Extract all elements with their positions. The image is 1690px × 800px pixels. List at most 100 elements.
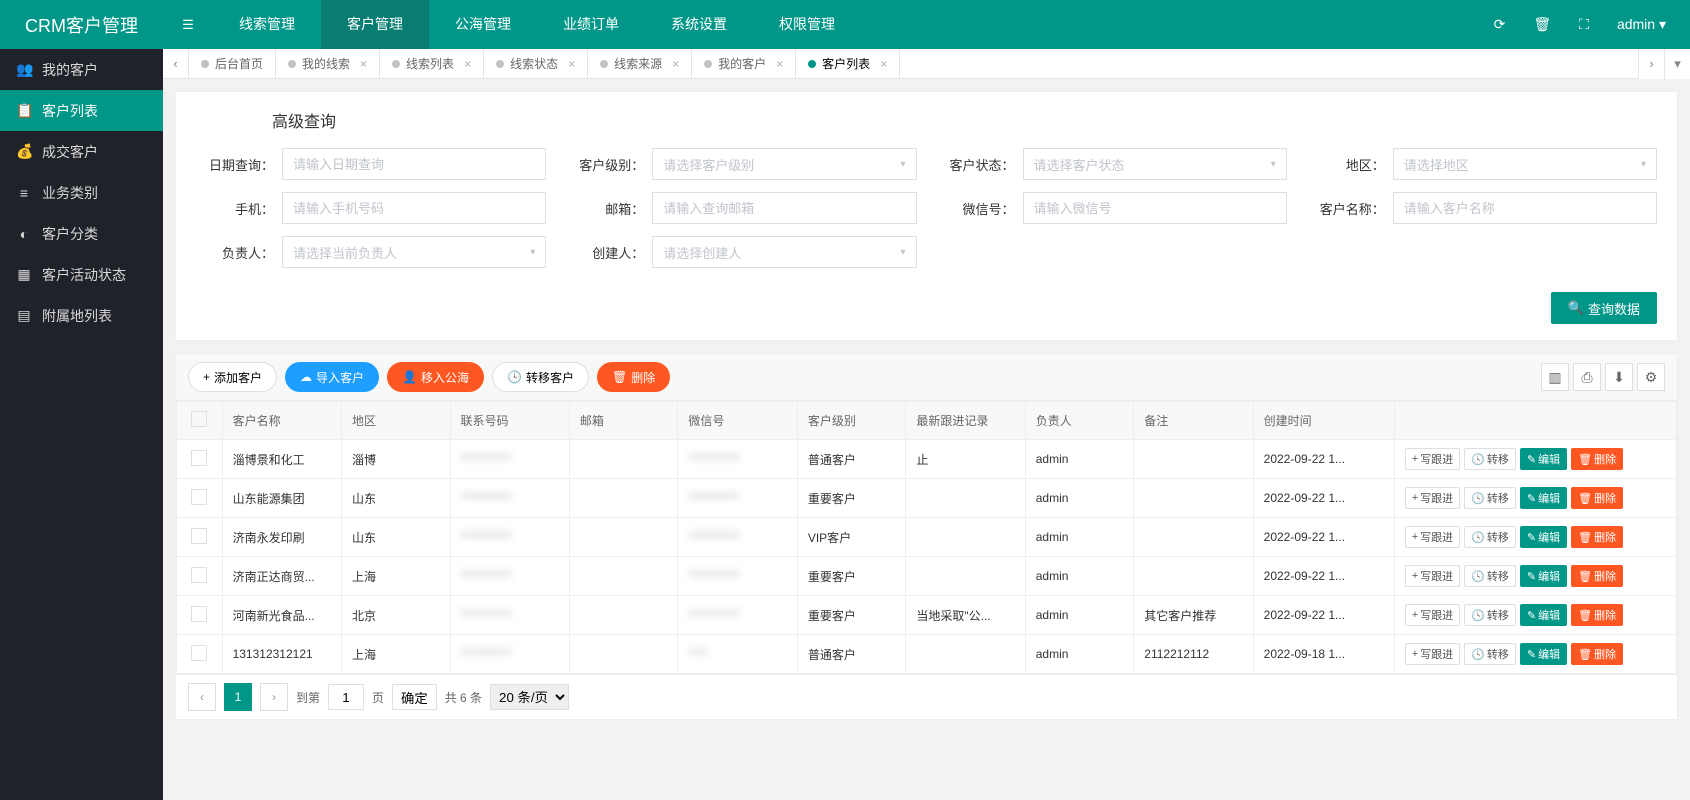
top-nav-item[interactable]: 权限管理 [753,0,861,49]
edit-button[interactable]: ✎ 编辑 [1520,604,1567,626]
cell: admin [1025,518,1134,557]
search-button[interactable]: 🔍查询数据 [1551,292,1657,324]
row-checkbox[interactable] [191,606,207,622]
delete-button[interactable]: 🗑 删除 [1571,448,1623,470]
transfer-button[interactable]: 🕓 转移 [1464,643,1516,665]
write-follow-button[interactable]: + 写跟进 [1405,448,1460,470]
delete-button[interactable]: 🗑 删除 [1571,487,1623,509]
transfer-customer-button[interactable]: 🕓转移客户 [492,362,589,392]
edit-button[interactable]: ✎ 编辑 [1520,448,1567,470]
status-select[interactable]: 请选择客户状态▾ [1023,148,1287,180]
transfer-button[interactable]: 🕓 转移 [1464,565,1516,587]
write-follow-button[interactable]: + 写跟进 [1405,643,1460,665]
page-prev-button[interactable]: ‹ [188,683,216,711]
top-nav-item[interactable]: 公海管理 [429,0,537,49]
goto-page-input[interactable] [328,684,364,710]
delete-button[interactable]: 🗑 删除 [1571,526,1623,548]
row-checkbox[interactable] [191,645,207,661]
level-select[interactable]: 请选择客户级别▾ [652,148,916,180]
write-follow-button[interactable]: + 写跟进 [1405,526,1460,548]
transfer-button[interactable]: 🕓 转移 [1464,448,1516,470]
region-select[interactable]: 请选择地区▾ [1393,148,1657,180]
creator-select[interactable]: 请选择创建人▾ [652,236,916,268]
top-nav-item[interactable]: 线索管理 [213,0,321,49]
wechat-input[interactable] [1023,192,1287,224]
write-follow-button[interactable]: + 写跟进 [1405,487,1460,509]
delete-button[interactable]: 🗑 删除 [1571,604,1623,626]
user-menu[interactable]: admin ▾ [1617,16,1666,33]
export-icon[interactable]: ⬇ [1605,363,1633,391]
email-input[interactable] [652,192,916,224]
tabs-menu-icon[interactable]: ▾ [1664,49,1690,79]
row-checkbox[interactable] [191,567,207,583]
customer-name-input[interactable] [1393,192,1657,224]
cell [906,557,1025,596]
transfer-button[interactable]: 🕓 转移 [1464,604,1516,626]
date-input[interactable] [282,148,546,180]
close-icon[interactable]: × [672,57,679,71]
add-customer-button[interactable]: +添加客户 [188,362,277,392]
tab-item[interactable]: 线索列表× [380,49,484,79]
trash-icon: 🗑 [612,370,627,384]
edit-button[interactable]: ✎ 编辑 [1520,526,1567,548]
write-follow-button[interactable]: + 写跟进 [1405,565,1460,587]
refresh-icon[interactable]: ⟳ [1494,16,1506,33]
delete-button[interactable]: 🗑 删除 [1571,565,1623,587]
top-nav-item[interactable]: 系统设置 [645,0,753,49]
settings-icon[interactable]: ⚙ [1637,363,1665,391]
sidebar-item[interactable]: ▦客户活动状态 [0,254,163,295]
write-follow-button[interactable]: + 写跟进 [1405,604,1460,626]
fullscreen-icon[interactable]: ⛶ [1579,16,1589,33]
import-customer-button[interactable]: ☁导入客户 [285,362,379,392]
select-all-checkbox[interactable] [191,411,207,427]
edit-button[interactable]: ✎ 编辑 [1520,565,1567,587]
row-checkbox[interactable] [191,489,207,505]
phone-input[interactable] [282,192,546,224]
close-icon[interactable]: × [360,57,367,71]
tab-item[interactable]: 线索来源× [588,49,692,79]
columns-icon[interactable]: ▥ [1541,363,1569,391]
close-icon[interactable]: × [880,57,887,71]
sidebar-item[interactable]: 👥我的客户 [0,49,163,90]
delete-button[interactable]: 🗑 删除 [1571,643,1623,665]
goto-confirm-button[interactable]: 确定 [392,684,437,710]
sidebar-item[interactable]: ▤附属地列表 [0,295,163,336]
close-icon[interactable]: × [568,57,575,71]
tabs-scroll-left-icon[interactable]: ‹ [163,49,189,79]
trash-icon[interactable]: 🗑 [1533,16,1551,33]
top-nav-item[interactable]: 业绩订单 [537,0,645,49]
sidebar-item[interactable]: 💰成交客户 [0,131,163,172]
edit-button[interactable]: ✎ 编辑 [1520,487,1567,509]
row-checkbox[interactable] [191,528,207,544]
row-checkbox[interactable] [191,450,207,466]
transfer-button[interactable]: 🕓 转移 [1464,487,1516,509]
column-header: 联系号码 [450,402,569,440]
cell: 当地采取"公... [906,596,1025,635]
page-next-button[interactable]: › [260,683,288,711]
sidebar-item[interactable]: 📋客户列表 [0,90,163,131]
top-nav-item[interactable]: 客户管理 [321,0,429,49]
column-header: 最新跟进记录 [906,402,1025,440]
goto-suffix: 页 [372,689,384,706]
delete-customer-button[interactable]: 🗑删除 [597,362,670,392]
tab-item[interactable]: 我的线索× [276,49,380,79]
page-number-button[interactable]: 1 [224,683,252,711]
transfer-button[interactable]: 🕓 转移 [1464,526,1516,548]
sidebar-item[interactable]: ≡业务类别 [0,172,163,213]
tab-item[interactable]: 线索状态× [484,49,588,79]
tab-item[interactable]: 后台首页 [189,49,276,79]
page-size-select[interactable]: 20 条/页 [490,684,569,710]
print-icon[interactable]: ⎙ [1573,363,1601,391]
tabs-scroll-right-icon[interactable]: › [1638,49,1664,79]
tab-item[interactable]: 客户列表× [796,49,900,79]
edit-button[interactable]: ✎ 编辑 [1520,643,1567,665]
cell: admin [1025,440,1134,479]
sidebar-item[interactable]: ◐客户分类 [0,213,163,254]
header-right: ⟳ 🗑 ⛶ admin ▾ [1494,16,1690,33]
close-icon[interactable]: × [776,57,783,71]
move-to-sea-button[interactable]: 👤移入公海 [387,362,484,392]
sidebar-toggle-icon[interactable]: ☰ [163,17,213,33]
owner-select[interactable]: 请选择当前负责人▾ [282,236,546,268]
tab-item[interactable]: 我的客户× [692,49,796,79]
close-icon[interactable]: × [464,57,471,71]
